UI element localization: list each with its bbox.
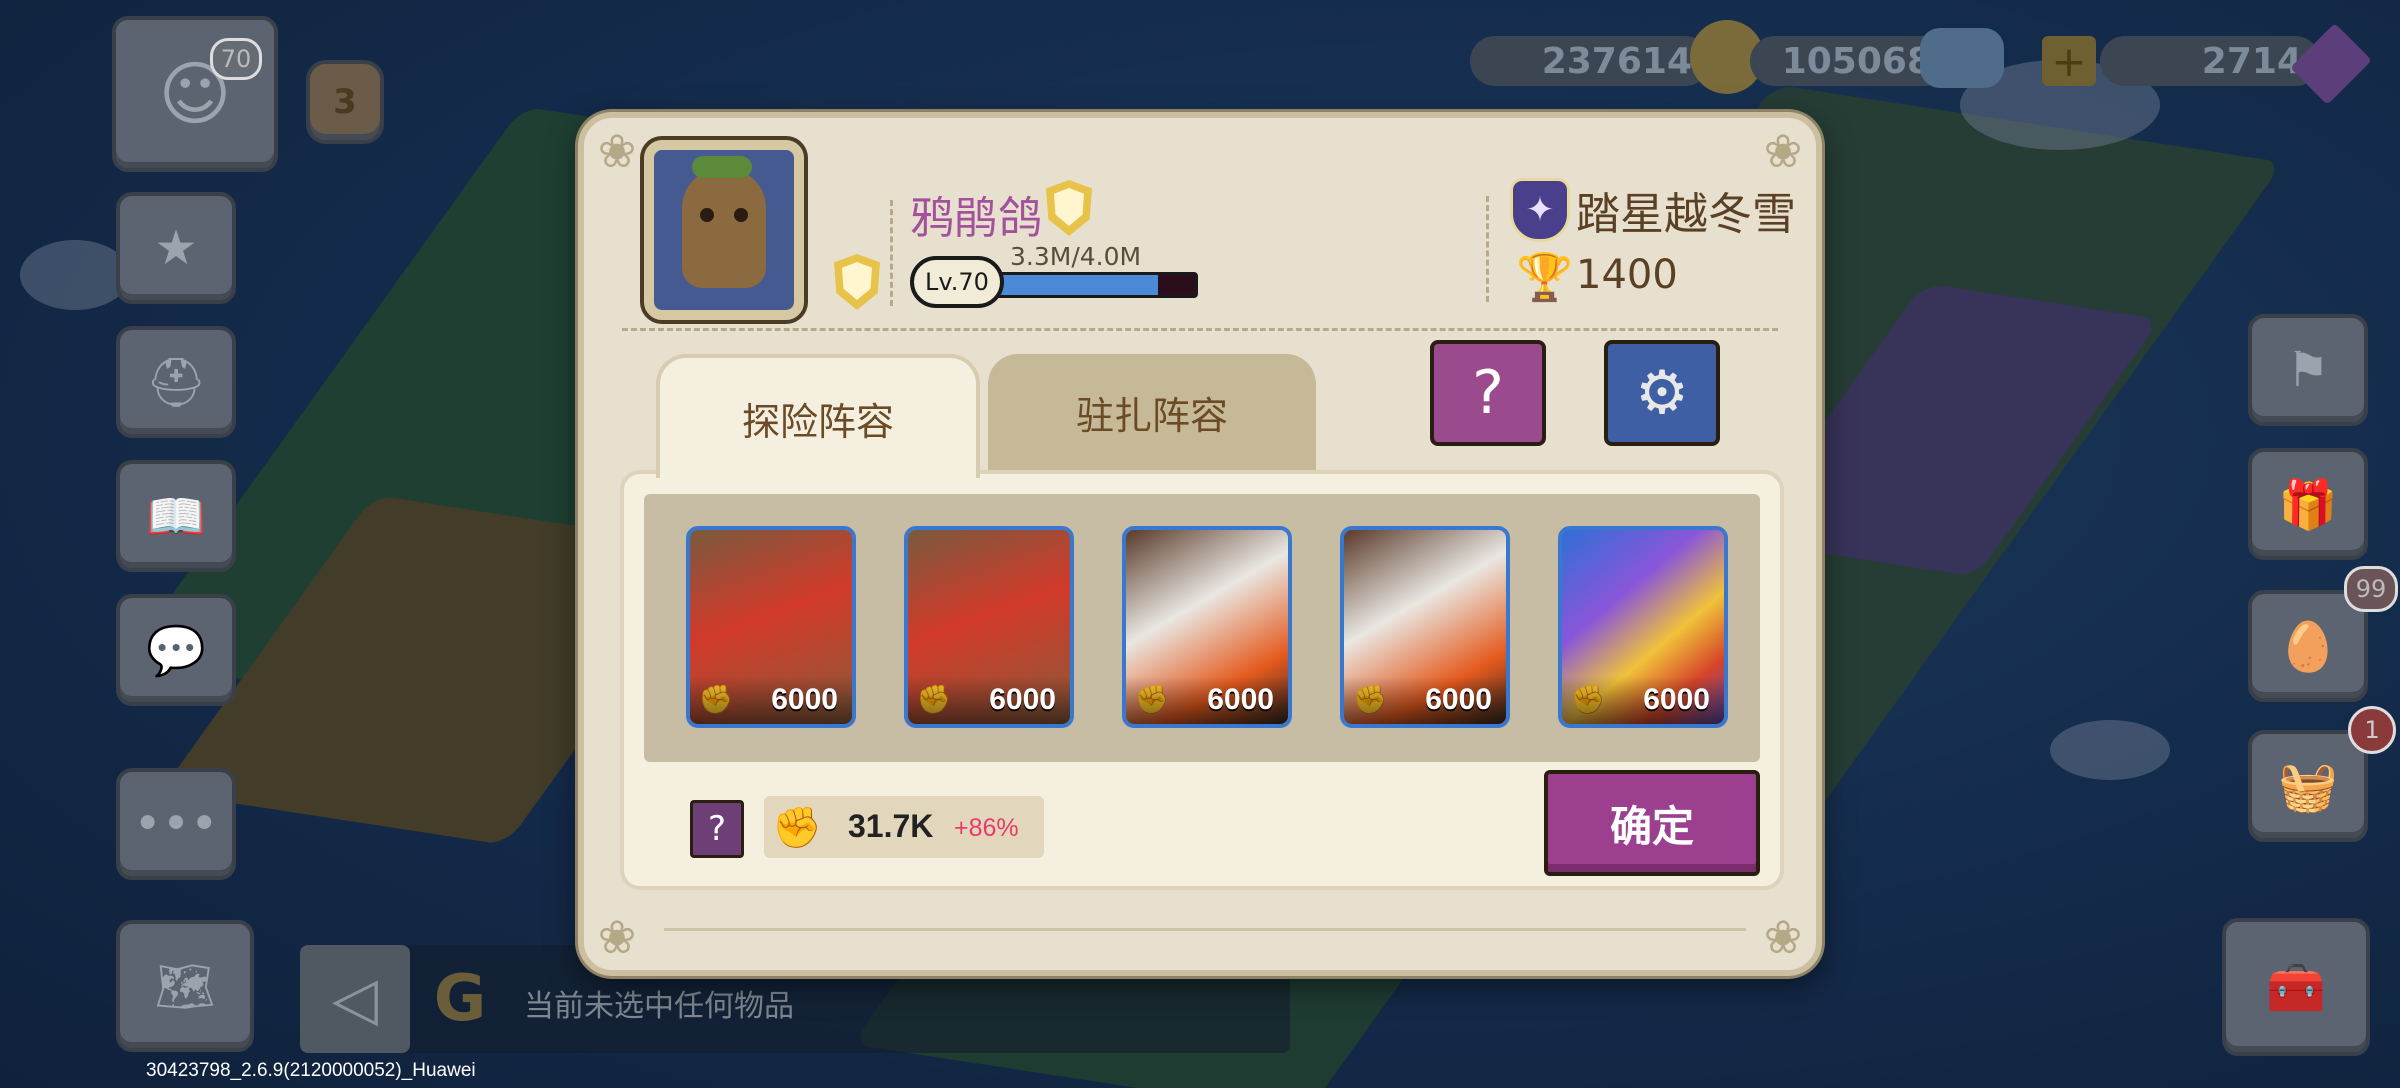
avatar-level-badge: 70 [210,38,262,80]
gear-icon: ⚙ [1635,358,1689,428]
crystal-value: 105068 [1781,40,1932,82]
slot-power: 6000 [1344,676,1506,724]
confirm-button[interactable]: 确定 [1544,770,1760,876]
treasure-chest-button[interactable]: 🧰 [2222,918,2370,1056]
team-power-box: ✊ 31.7K +86% [764,796,1044,858]
game-logo-icon: G [433,962,487,1036]
gold-value: 237614 [1541,40,1692,82]
slot-power: 6000 [908,676,1070,724]
portrait-shield-badge-icon [834,254,880,310]
egg-count-badge: 99 [2344,566,2398,612]
build-version: 30423798_2.6.9(2120000052)_Huawei [146,1060,476,1081]
team-power-bonus: +86% [954,814,1019,842]
team-slots: ✊ 6000 ✊ 6000 ✊ 6000 ✊ 6000 ✊ 6000 [644,494,1760,762]
team-slot[interactable]: ✊ 6000 [904,526,1074,728]
gold-counter: 237614 [1470,36,1710,86]
xp-text: 3.3M/4.0M [1010,242,1142,271]
codex-button[interactable]: 📖 [116,460,236,572]
blue-crystal-icon [1920,28,2004,88]
help-button[interactable]: ? [1430,340,1546,446]
team-panel: ✊ 6000 ✊ 6000 ✊ 6000 ✊ 6000 ✊ 6000 [620,470,1784,890]
footer-divider [664,928,1746,931]
more-button[interactable]: ••• [116,768,236,880]
power-help-button[interactable]: ? [690,800,744,858]
banner-icon: ⚑ [2286,342,2330,398]
gem-value: 2714 [2201,40,2302,82]
team-total-power: 31.7K [848,808,934,844]
team-slot[interactable]: ✊ 6000 [1558,526,1728,728]
gem-counter[interactable]: 2714 [2100,36,2320,86]
chat-bubble-icon: 💬 [146,622,206,679]
treasure-chest-icon: 🧰 [2266,959,2326,1016]
rewards-badge: 1 [2348,706,2396,754]
name-shield-badge-icon [1046,180,1092,236]
favorites-button[interactable]: ★ [116,192,236,304]
map-button[interactable]: 🗺 [116,920,254,1052]
question-bubble-icon: ? [1472,358,1504,428]
add-gems-icon[interactable]: + [2042,36,2096,86]
tab-garrison-team[interactable]: 驻扎阵容 [988,354,1316,470]
slot-power: 6000 [690,676,852,724]
header-divider [890,200,893,306]
rewards-button[interactable]: 🧺 [2248,730,2368,842]
guild-banner-button[interactable]: ⚑ [2248,314,2368,426]
rank-level: 3 [333,82,357,122]
heroes-button[interactable]: ⛑ [116,326,236,438]
trophy-icon: 🏆 [1516,250,1574,304]
guild-name[interactable]: 踏星越冬雪 [1576,178,1796,242]
corner-ornament-icon: ❀ [1763,124,1803,178]
chat-button[interactable]: 💬 [116,594,236,706]
header-divider [1486,196,1489,302]
fist-icon: ✊ [772,805,822,851]
xp-bar [982,272,1198,298]
inventory-hint: 当前未选中任何物品 [524,989,794,1024]
chest-bird-icon: 🧺 [2278,758,2338,815]
trophy-count: 1400 [1576,252,1678,298]
treasure-map-icon: 🗺 [154,958,216,1015]
corner-ornament-icon: ❀ [597,910,637,964]
player-profile-dialog: ❀ ❀ ❀ ❀ 鸦鹃鸽 3.3M/4.0M Lv.70 ✦ 踏星越冬雪 🏆 14… [578,112,1822,976]
collapse-arrow-button[interactable]: ◁ [300,945,410,1053]
level-pill: Lv.70 [910,256,1004,308]
player-name: 鸦鹃鸽 [910,193,1042,244]
team-slot[interactable]: ✊ 6000 [1122,526,1292,728]
team-slot[interactable]: ✊ 6000 [1340,526,1510,728]
team-slot[interactable]: ✊ 6000 [686,526,856,728]
gift-box-icon: 🎁 [2278,476,2338,533]
star-icon: ★ [154,220,198,276]
rank-shield-button[interactable]: 3 [306,60,384,144]
more-dots-icon: ••• [133,796,219,852]
corner-ornament-icon: ❀ [1763,910,1803,964]
groot-face-icon [682,168,766,288]
guild-wolf-icon: ✦ [1510,178,1570,242]
header-separator [622,328,1778,331]
player-avatar-button[interactable]: ☺ [112,16,278,172]
tab-expedition-team[interactable]: 探险阵容 [656,354,980,478]
gift-button[interactable]: 🎁 [2248,448,2368,560]
egg-icon: 🥚 [2278,618,2338,675]
knight-helmet-icon: ⛑ [145,354,207,411]
slot-power: 6000 [1562,676,1724,724]
settings-button[interactable]: ⚙ [1604,340,1720,446]
slot-power: 6000 [1126,676,1288,724]
chevron-left-icon: ◁ [331,964,379,1034]
book-icon: 📖 [146,488,206,545]
corner-ornament-icon: ❀ [597,124,637,178]
player-portrait[interactable] [644,140,804,320]
